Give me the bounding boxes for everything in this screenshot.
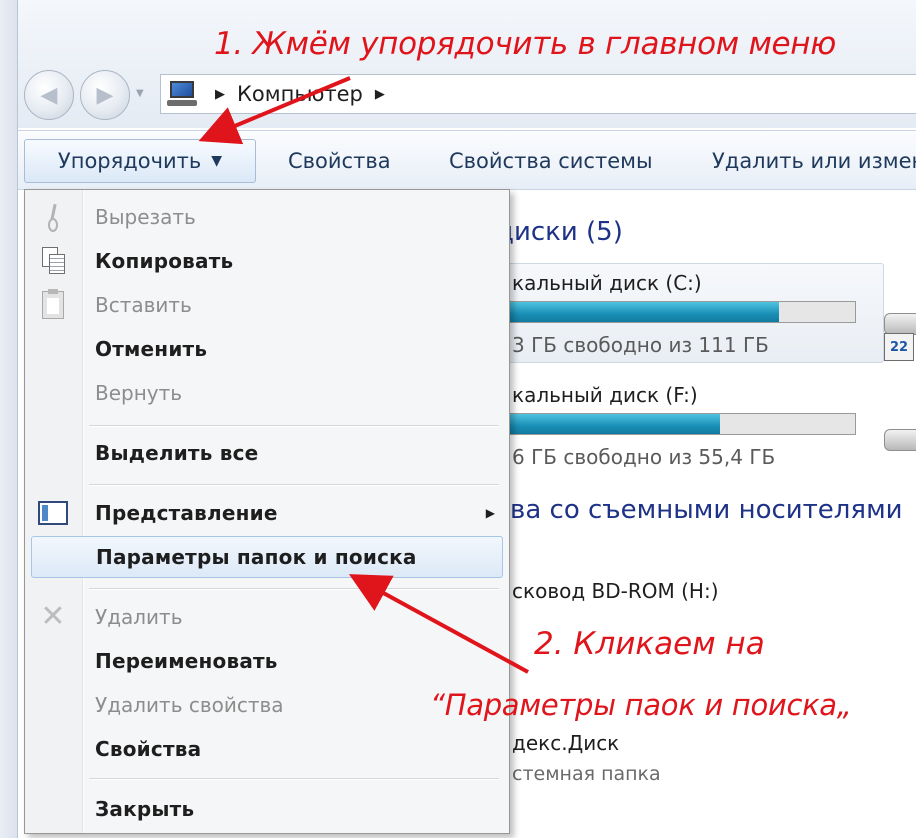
drive-c-name: кальный диск (C:): [512, 271, 702, 295]
menu-separator: [89, 425, 499, 427]
back-button[interactable]: ◀: [24, 70, 74, 120]
drive-f-name[interactable]: кальный диск (F:): [512, 383, 698, 407]
menu-item-delete-label: Удалить: [95, 605, 183, 629]
delete-x-icon: ✕: [40, 599, 66, 634]
drive-c-free-space: 3 ГБ свободно из 111 ГБ: [512, 333, 769, 357]
menu-item-delete[interactable]: ✕ Удалить: [25, 596, 509, 638]
layout-pane-icon: [37, 497, 69, 529]
menu-item-properties[interactable]: Свойства: [25, 728, 509, 770]
hard-drive-icon: [884, 313, 916, 335]
menu-item-copy[interactable]: Копировать: [25, 240, 509, 282]
drive-f-usage-bar: [508, 413, 856, 435]
menu-item-undo[interactable]: Отменить: [25, 328, 509, 370]
menu-item-cut[interactable]: Вырезать: [25, 196, 509, 238]
chevron-down-icon: ▼: [136, 88, 144, 99]
organize-button[interactable]: Упорядочить ▼: [24, 139, 256, 183]
copy-icon: [37, 245, 69, 277]
drive-c-usage-fill: [509, 302, 779, 322]
system-folder-label: стемная папка: [512, 763, 661, 785]
breadcrumb-separator-icon[interactable]: ▶: [215, 87, 225, 102]
hard-drive-icon: [884, 429, 916, 451]
menu-item-close-label: Закрыть: [95, 797, 195, 821]
menu-separator: [89, 778, 499, 780]
chevron-down-icon: ▼: [211, 153, 223, 169]
recent-pages-dropdown[interactable]: ▼: [136, 88, 144, 99]
address-bar[interactable]: ▶ Компьютер ▶: [160, 74, 916, 114]
breadcrumb-expand-icon[interactable]: ▶: [375, 87, 385, 102]
menu-item-folder-options[interactable]: Параметры папок и поиска: [31, 536, 503, 578]
menu-item-properties-label: Свойства: [95, 737, 202, 761]
paste-icon: [37, 289, 69, 321]
annotation-step-1: 1. Жмём упорядочить в главном меню: [214, 26, 837, 62]
breadcrumb-computer[interactable]: Компьютер: [237, 82, 363, 106]
organize-dropdown-menu: Вырезать Копировать Вставить Отменить Ве…: [24, 189, 510, 834]
window-left-border: [0, 0, 18, 838]
menu-item-select-all[interactable]: Выделить все: [25, 432, 509, 474]
menu-separator: [89, 484, 499, 486]
annotation-step-2-target: “Параметры паок и поиска„: [430, 688, 852, 722]
back-arrow-icon: ◀: [40, 82, 58, 108]
uninstall-program-button[interactable]: Удалить или измен: [712, 139, 916, 183]
menu-item-remove-properties-label: Удалить свойства: [95, 693, 284, 717]
menu-item-close[interactable]: Закрыть: [25, 788, 509, 830]
forward-button[interactable]: ▶: [80, 70, 130, 120]
menu-item-paste[interactable]: Вставить: [25, 284, 509, 326]
drive-f-usage-fill: [509, 414, 721, 434]
removable-group-heading[interactable]: ва со съемными носителями: [510, 495, 903, 525]
annotation-step-2: 2. Кликаем на: [534, 626, 765, 662]
scissors-icon: [37, 201, 69, 233]
menu-item-layout-label: Представление: [95, 501, 278, 525]
computer-icon: [167, 80, 199, 108]
drive-c-usage-bar: [508, 301, 856, 323]
menu-separator: [89, 588, 499, 590]
menu-item-select-all-label: Выделить все: [95, 441, 259, 465]
submenu-arrow-icon: ▶: [485, 506, 495, 520]
yandex-disk-item[interactable]: декс.Диск: [512, 731, 619, 755]
menu-item-undo-label: Отменить: [95, 337, 208, 361]
bd-rom-drive[interactable]: сковод BD-ROM (H:): [512, 579, 719, 603]
organize-button-label: Упорядочить: [57, 149, 202, 173]
menu-item-cut-label: Вырезать: [95, 205, 196, 229]
menu-item-redo-label: Вернуть: [95, 381, 183, 405]
hdd-group-heading[interactable]: диски (5): [496, 217, 623, 247]
menu-item-rename[interactable]: Переименовать: [25, 640, 509, 682]
command-bar: Упорядочить ▼ Свойства Свойства системы …: [18, 130, 916, 190]
menu-item-redo[interactable]: Вернуть: [25, 372, 509, 414]
forward-arrow-icon: ▶: [96, 82, 114, 108]
windows-logo-icon: 22: [884, 333, 914, 361]
system-properties-button[interactable]: Свойства системы: [449, 139, 653, 183]
drive-f-free-space: 6 ГБ свободно из 55,4 ГБ: [512, 445, 776, 469]
menu-item-layout[interactable]: Представление ▶: [25, 492, 509, 534]
menu-item-copy-label: Копировать: [95, 249, 234, 273]
menu-item-rename-label: Переименовать: [95, 649, 278, 673]
properties-button[interactable]: Свойства: [288, 139, 391, 183]
menu-item-folder-options-label: Параметры папок и поиска: [96, 545, 417, 569]
menu-item-paste-label: Вставить: [95, 293, 192, 317]
